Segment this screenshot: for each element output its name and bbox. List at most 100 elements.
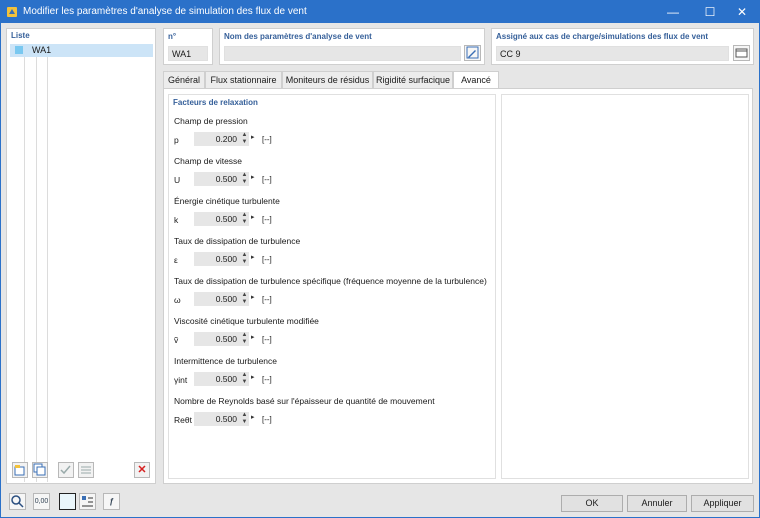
list-item[interactable]: WA1 [10, 44, 153, 57]
spin-down-icon[interactable]: ▼ [242, 299, 248, 305]
param-reynolds-number: Nombre de Reynolds basé sur l'épaisseur … [174, 396, 494, 430]
assigned-field-group: Assigné aux cas de charge/simulations de… [491, 28, 754, 65]
arrow-icon[interactable]: ▸ [251, 213, 255, 221]
param-pressure: Champ de pression p 0.200 ▲ ▼ ▸ [--] [174, 116, 494, 150]
tab-moniteurs[interactable]: Moniteurs de résidus [282, 71, 373, 89]
param-name: Taux de dissipation de turbulence spécif… [174, 276, 487, 286]
param-symbol: p [174, 135, 179, 145]
param-velocity: Champ de vitesse U 0.500 ▲ ▼ ▸ [--] [174, 156, 494, 190]
select-loadcase-icon[interactable] [733, 45, 750, 61]
param-value-input[interactable]: 0.500 [194, 332, 240, 346]
spin-up-icon[interactable]: ▲ [242, 412, 248, 418]
spin-up-icon[interactable]: ▲ [242, 372, 248, 378]
param-unit: [--] [262, 375, 272, 384]
param-modified-viscosity: Viscosité cinétique turbulente modifiée … [174, 316, 494, 350]
apply-button[interactable]: Appliquer [691, 495, 754, 512]
spin-down-icon[interactable]: ▼ [242, 419, 248, 425]
number-label: n° [168, 32, 177, 41]
param-symbol: ε [174, 255, 178, 265]
tab-content: Facteurs de relaxation Champ de pression… [163, 88, 753, 484]
spin-down-icon[interactable]: ▼ [242, 259, 248, 265]
cancel-button[interactable]: Annuler [627, 495, 687, 512]
spin-up-icon[interactable]: ▲ [242, 292, 248, 298]
arrow-icon[interactable]: ▸ [251, 373, 255, 381]
param-name: Énergie cinétique turbulente [174, 196, 280, 206]
copy-icon[interactable] [32, 462, 48, 478]
param-symbol: U [174, 175, 181, 185]
arrow-icon[interactable]: ▸ [251, 253, 255, 261]
param-value-input[interactable]: 0.500 [194, 172, 240, 186]
spin-stepper[interactable]: ▲ ▼ [240, 412, 249, 426]
spin-stepper[interactable]: ▲ ▼ [240, 212, 249, 226]
param-value-input[interactable]: 0.500 [194, 252, 240, 266]
maximize-button[interactable]: ☐ [693, 1, 727, 23]
tree-guide-line [36, 57, 37, 482]
tab-rigidite[interactable]: Rigidité surfacique [373, 71, 453, 89]
spin-down-icon[interactable]: ▼ [242, 219, 248, 225]
uncheck-icon[interactable] [78, 462, 94, 478]
param-unit: [--] [262, 215, 272, 224]
ok-button[interactable]: OK [561, 495, 623, 512]
param-symbol: k [174, 215, 179, 225]
tab-flux-stationnaire[interactable]: Flux stationnaire [205, 71, 282, 89]
arrow-icon[interactable]: ▸ [251, 133, 255, 141]
spin-down-icon[interactable]: ▼ [242, 379, 248, 385]
check-icon[interactable] [58, 462, 74, 478]
spin-stepper[interactable]: ▲ ▼ [240, 332, 249, 346]
param-symbol: ṽ [174, 335, 179, 345]
spin-stepper[interactable]: ▲ ▼ [240, 252, 249, 266]
param-value-input[interactable]: 0.500 [194, 372, 240, 386]
close-button[interactable]: ✕ [725, 1, 759, 23]
list-panel: Liste WA1 [6, 28, 156, 484]
arrow-icon[interactable]: ▸ [251, 173, 255, 181]
param-unit: [--] [262, 255, 272, 264]
search-icon[interactable] [9, 493, 26, 510]
function-icon[interactable]: ƒ [103, 493, 120, 510]
arrow-icon[interactable]: ▸ [251, 333, 255, 341]
param-name: Nombre de Reynolds basé sur l'épaisseur … [174, 396, 435, 406]
preview-pane [501, 94, 749, 479]
spin-stepper[interactable]: ▲ ▼ [240, 172, 249, 186]
spin-stepper[interactable]: ▲ ▼ [240, 132, 249, 146]
arrow-icon[interactable]: ▸ [251, 293, 255, 301]
spin-down-icon[interactable]: ▼ [242, 139, 248, 145]
spin-down-icon[interactable]: ▼ [242, 339, 248, 345]
spin-stepper[interactable]: ▲ ▼ [240, 292, 249, 306]
name-field-group: Nom des paramètres d'analyse de vent [219, 28, 485, 65]
edit-name-icon[interactable] [464, 45, 481, 61]
name-input[interactable] [224, 46, 461, 61]
dialog-window: Modifier les paramètres d'analyse de sim… [0, 0, 760, 518]
minimize-button[interactable]: — [656, 1, 690, 23]
number-format-icon[interactable]: 0,00 [33, 493, 50, 510]
spin-up-icon[interactable]: ▲ [242, 132, 248, 138]
settings-list-icon[interactable] [79, 493, 96, 510]
tab-general[interactable]: Général [163, 71, 205, 89]
list-toolbar: ✕ [6, 459, 156, 484]
param-unit: [--] [262, 295, 272, 304]
spin-up-icon[interactable]: ▲ [242, 332, 248, 338]
color-swatch [15, 46, 23, 54]
tree-guide-line [47, 57, 48, 482]
param-name: Viscosité cinétique turbulente modifiée [174, 316, 319, 326]
spin-up-icon[interactable]: ▲ [242, 212, 248, 218]
param-value-input[interactable]: 0.500 [194, 212, 240, 226]
param-name: Taux de dissipation de turbulence [174, 236, 301, 246]
number-input[interactable]: WA1 [168, 46, 208, 61]
new-icon[interactable] [12, 462, 28, 478]
delete-icon[interactable]: ✕ [134, 462, 150, 478]
param-turbulent-kinetic-energy: Énergie cinétique turbulente k 0.500 ▲ ▼ … [174, 196, 494, 230]
arrow-icon[interactable]: ▸ [251, 413, 255, 421]
relaxation-pane: Facteurs de relaxation Champ de pression… [168, 94, 496, 479]
param-value-input[interactable]: 0.200 [194, 132, 240, 146]
spin-down-icon[interactable]: ▼ [242, 179, 248, 185]
window-title: Modifier les paramètres d'analyse de sim… [23, 6, 307, 17]
spin-up-icon[interactable]: ▲ [242, 172, 248, 178]
spin-stepper[interactable]: ▲ ▼ [240, 372, 249, 386]
assigned-input[interactable]: CC 9 [496, 46, 729, 61]
color-box-icon[interactable] [59, 493, 76, 510]
tree-guide-line [24, 57, 25, 482]
param-value-input[interactable]: 0.500 [194, 292, 240, 306]
spin-up-icon[interactable]: ▲ [242, 252, 248, 258]
param-value-input[interactable]: 0.500 [194, 412, 240, 426]
section-title: Facteurs de relaxation [173, 98, 258, 107]
